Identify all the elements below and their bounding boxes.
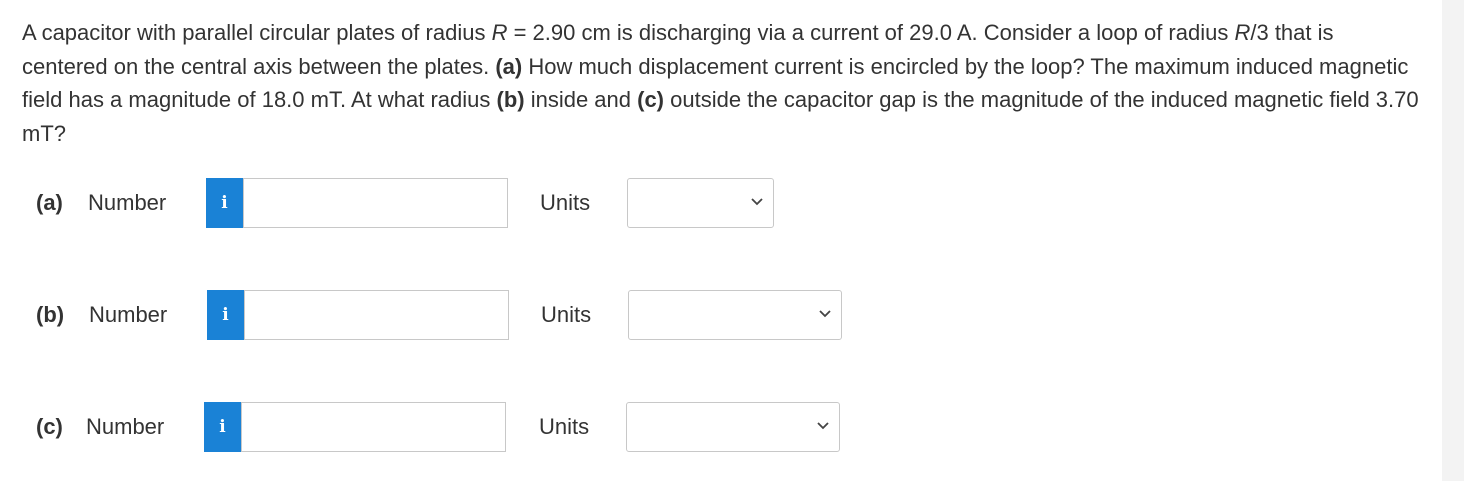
- question-intro: A capacitor with parallel circular plate…: [22, 20, 492, 45]
- number-label-c: Number: [86, 414, 165, 439]
- answer-row-a: (a) Number i Units: [0, 178, 900, 228]
- variable-R: R: [491, 20, 508, 45]
- units-select-a[interactable]: [627, 178, 774, 228]
- info-icon[interactable]: i: [206, 178, 243, 228]
- answer-row-c: (c) Number i Units: [0, 402, 900, 452]
- number-input-a[interactable]: [243, 178, 508, 228]
- units-label-a: Units: [540, 190, 591, 215]
- number-label-b: Number: [89, 302, 168, 327]
- units-select-b[interactable]: [628, 290, 842, 340]
- part-b-text: inside and: [524, 87, 638, 112]
- chevron-down-icon: [819, 310, 831, 318]
- units-select-c[interactable]: [626, 402, 840, 452]
- number-input-c[interactable]: [241, 402, 506, 452]
- part-label-c: (c): [36, 414, 63, 439]
- chevron-down-icon: [751, 198, 763, 206]
- part-label-a: (a): [36, 190, 63, 215]
- page-margin-strip: [1442, 0, 1464, 481]
- part-a-tag: (a): [495, 53, 523, 79]
- chevron-down-icon: [817, 422, 829, 430]
- part-label-b: (b): [36, 302, 65, 327]
- units-label-b: Units: [541, 302, 592, 327]
- part-b-tag: (b): [496, 87, 525, 112]
- question-text: A capacitor with parallel circular plate…: [22, 16, 1422, 150]
- variable-R-loop: R: [1234, 20, 1251, 45]
- info-icon[interactable]: i: [207, 290, 244, 340]
- units-label-c: Units: [539, 414, 590, 439]
- info-icon[interactable]: i: [204, 402, 241, 452]
- part-c-tag: (c): [637, 87, 665, 112]
- answer-row-b: (b) Number i Units: [0, 290, 900, 340]
- number-label-a: Number: [88, 190, 167, 215]
- number-input-b[interactable]: [244, 290, 509, 340]
- question-radius-value: = 2.90 cm is discharging via a current o…: [507, 20, 1235, 45]
